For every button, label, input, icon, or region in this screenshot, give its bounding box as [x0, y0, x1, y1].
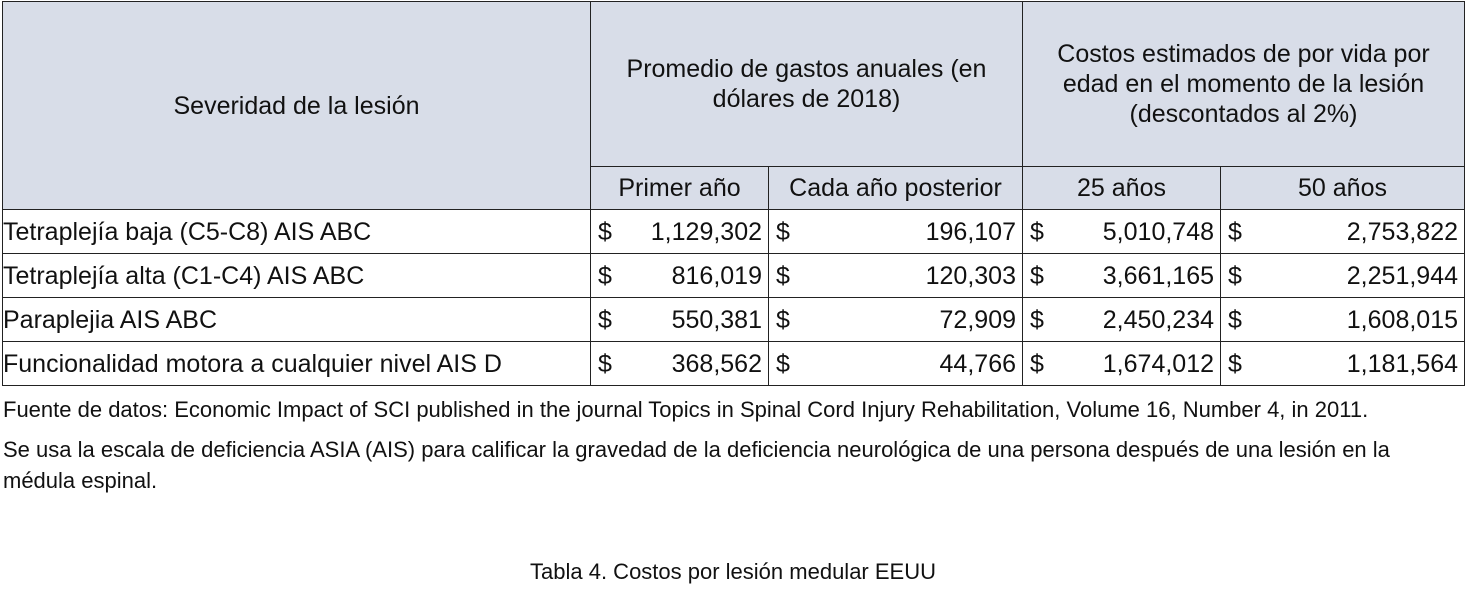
currency-symbol: $	[1030, 349, 1044, 378]
currency-symbol: $	[1228, 261, 1242, 290]
cell-age-50: $1,608,015	[1220, 297, 1465, 342]
row-label: Paraplejia AIS ABC	[2, 297, 591, 342]
cell-each-year: $72,909	[768, 297, 1023, 342]
document-page: Severidad de la lesión Promedio de gasto…	[0, 0, 1466, 607]
table-row: Funcionalidad motora a cualquier nivel A…	[2, 341, 1465, 386]
cell-each-year: $196,107	[768, 209, 1023, 254]
table-row: Tetraplejía alta (C1-C4) AIS ABC $816,01…	[2, 253, 1465, 298]
currency-symbol: $	[598, 217, 612, 246]
amount: 3,661,165	[1102, 261, 1214, 290]
cell-first-year: $1,129,302	[590, 209, 769, 254]
table-caption: Tabla 4. Costos por lesión medular EEUU	[530, 559, 936, 584]
amount: 2,450,234	[1102, 305, 1214, 334]
cell-age-25: $3,661,165	[1022, 253, 1221, 298]
amount: 44,766	[939, 349, 1016, 378]
amount: 550,381	[671, 305, 762, 334]
cell-age-50: $2,251,944	[1220, 253, 1465, 298]
cell-age-50: $1,181,564	[1220, 341, 1465, 386]
source-note: Fuente de datos: Economic Impact of SCI …	[3, 397, 1369, 422]
amount: 816,019	[671, 261, 762, 290]
header-severity-label: Severidad de la lesión	[173, 91, 420, 120]
cell-first-year: $368,562	[590, 341, 769, 386]
header-annual-group-label: Promedio de gastos anuales (en dólares d…	[626, 55, 987, 113]
table-row: Tetraplejía baja (C5-C8) AIS ABC $1,129,…	[2, 209, 1465, 254]
cell-age-25: $2,450,234	[1022, 297, 1221, 342]
amount: 196,107	[925, 217, 1016, 246]
currency-symbol: $	[598, 305, 612, 334]
row-label: Tetraplejía baja (C5-C8) AIS ABC	[2, 209, 591, 254]
notes: Fuente de datos: Economic Impact of SCI …	[3, 394, 1443, 497]
amount: 2,753,822	[1346, 217, 1458, 246]
currency-symbol: $	[1228, 217, 1242, 246]
header-severity: Severidad de la lesión	[2, 1, 591, 210]
header-lifetime-group: Costos estimados de por vida por edad en…	[1022, 1, 1465, 167]
costs-table: Severidad de la lesión Promedio de gasto…	[2, 1, 1465, 386]
currency-symbol: $	[776, 349, 790, 378]
currency-symbol: $	[598, 349, 612, 378]
cell-first-year: $550,381	[590, 297, 769, 342]
amount: 120,303	[925, 261, 1016, 290]
amount: 1,129,302	[650, 217, 762, 246]
cell-age-25: $5,010,748	[1022, 209, 1221, 254]
amount: 368,562	[671, 349, 762, 378]
currency-symbol: $	[1030, 261, 1044, 290]
currency-symbol: $	[598, 261, 612, 290]
header-each-year: Cada año posterior	[768, 166, 1023, 210]
cell-each-year: $44,766	[768, 341, 1023, 386]
row-label: Tetraplejía alta (C1-C4) AIS ABC	[2, 253, 591, 298]
cell-age-50: $2,753,822	[1220, 209, 1465, 254]
amount: 1,181,564	[1346, 349, 1458, 378]
header-lifetime-group-label: Costos estimados de por vida por edad en…	[1057, 40, 1430, 128]
header-age-50: 50 años	[1220, 166, 1465, 210]
currency-symbol: $	[1228, 305, 1242, 334]
amount: 5,010,748	[1102, 217, 1214, 246]
header-first-year: Primer año	[590, 166, 769, 210]
currency-symbol: $	[776, 217, 790, 246]
amount: 1,674,012	[1102, 349, 1214, 378]
currency-symbol: $	[1030, 217, 1044, 246]
amount: 72,909	[939, 305, 1016, 334]
row-label: Funcionalidad motora a cualquier nivel A…	[2, 341, 591, 386]
currency-symbol: $	[1228, 349, 1242, 378]
currency-symbol: $	[1030, 305, 1044, 334]
header-annual-group: Promedio de gastos anuales (en dólares d…	[590, 1, 1023, 167]
currency-symbol: $	[776, 305, 790, 334]
amount: 1,608,015	[1346, 305, 1458, 334]
scale-note: Se usa la escala de deficiencia ASIA (AI…	[3, 436, 1390, 494]
currency-symbol: $	[776, 261, 790, 290]
header-age-25: 25 años	[1022, 166, 1221, 210]
cell-first-year: $816,019	[590, 253, 769, 298]
amount: 2,251,944	[1346, 261, 1458, 290]
table-row: Paraplejia AIS ABC $550,381 $72,909 $2,4…	[2, 297, 1465, 342]
cell-each-year: $120,303	[768, 253, 1023, 298]
cell-age-25: $1,674,012	[1022, 341, 1221, 386]
